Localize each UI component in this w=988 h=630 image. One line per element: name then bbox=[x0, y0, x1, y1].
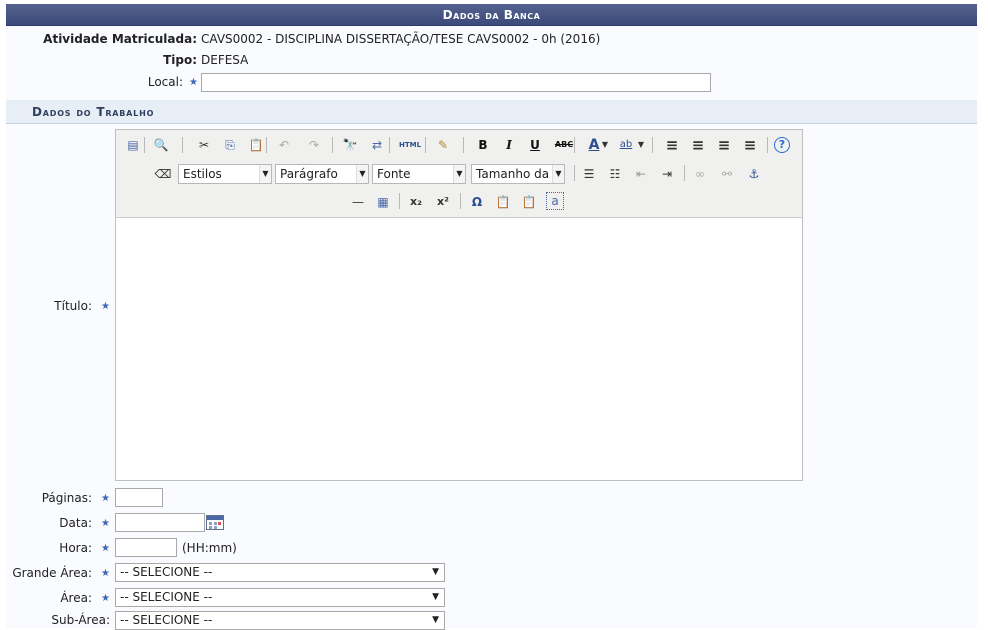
copy-icon[interactable]: ⎘ bbox=[220, 135, 240, 155]
required-star-icon: ★ bbox=[101, 543, 110, 554]
local-input[interactable] bbox=[201, 73, 711, 92]
replace-icon[interactable]: ⇄ bbox=[367, 135, 387, 155]
grande-area-selected: -- SELECIONE -- bbox=[120, 565, 213, 579]
font-select-label: Fonte bbox=[377, 167, 411, 181]
undo-icon[interactable]: ↶ bbox=[274, 135, 294, 155]
underline-icon[interactable]: U bbox=[525, 135, 545, 155]
editor-toolbar: ▤ 🔍 ✂ ⎘ 📋 ↶ ↷ 🔭 ⇄ HTML ✎ B I U ABC Aab ≡ ≡ ≡ ≡? ▼ ▼ ⌫ Estilos… bbox=[116, 130, 802, 218]
area-selected: -- SELECIONE -- bbox=[120, 590, 213, 604]
required-star-icon: ★ bbox=[189, 77, 198, 88]
help-icon[interactable]: ? bbox=[774, 137, 790, 153]
area-select[interactable]: -- SELECIONE -- ▼ bbox=[115, 588, 445, 607]
calendar-icon[interactable] bbox=[206, 515, 224, 530]
font-size-select-label: Tamanho da F bbox=[476, 167, 560, 181]
form-body: Atividade Matriculada: CAVS0002 - DISCIP… bbox=[6, 26, 977, 630]
data-label: Data: bbox=[59, 516, 92, 530]
select-all-icon[interactable]: a bbox=[546, 192, 564, 210]
subscript-icon[interactable]: x₂ bbox=[406, 192, 426, 212]
page-title: Dados da Banca bbox=[6, 4, 977, 26]
unlink-icon[interactable]: ⚯ bbox=[718, 164, 736, 184]
hora-hint: (HH:mm) bbox=[182, 541, 237, 555]
form-container: Dados da Banca Atividade Matriculada: CA… bbox=[6, 4, 977, 630]
chevron-down-icon: ▼ bbox=[453, 165, 465, 183]
font-select[interactable]: Fonte ▼ bbox=[372, 164, 466, 184]
paginas-label: Páginas: bbox=[41, 491, 92, 505]
local-label: Local: bbox=[147, 75, 183, 89]
paste-text-icon[interactable]: 📋 bbox=[494, 192, 512, 212]
cut-icon[interactable]: ✂ bbox=[194, 135, 214, 155]
hora-label: Hora: bbox=[59, 541, 92, 555]
ordered-list-icon[interactable]: ☷ bbox=[606, 164, 624, 184]
chevron-down-icon: ▼ bbox=[432, 615, 439, 625]
table-icon[interactable]: ▦ bbox=[374, 192, 392, 212]
tipo-label: Tipo: bbox=[163, 53, 197, 67]
font-size-select[interactable]: Tamanho da F ▼ bbox=[471, 164, 565, 184]
superscript-icon[interactable]: x² bbox=[433, 192, 453, 212]
chevron-down-icon: ▼ bbox=[259, 165, 271, 183]
redo-icon[interactable]: ↷ bbox=[304, 135, 324, 155]
chevron-down-icon: ▼ bbox=[356, 165, 368, 183]
chevron-down-icon: ▼ bbox=[432, 592, 439, 602]
toolbar-row-3: — ▦ x₂ x² Ω 📋 📋 a bbox=[116, 189, 802, 215]
paragraph-select[interactable]: Parágrafo ▼ bbox=[275, 164, 369, 184]
required-star-icon: ★ bbox=[101, 493, 110, 504]
grande-area-select[interactable]: -- SELECIONE -- ▼ bbox=[115, 563, 445, 582]
horizontal-rule-icon[interactable]: — bbox=[348, 192, 368, 212]
paginas-input[interactable] bbox=[115, 488, 163, 507]
source-icon[interactable]: ▤ bbox=[123, 135, 143, 155]
atividade-value: CAVS0002 - DISCIPLINA DISSERTAÇÃO/TESE C… bbox=[201, 32, 601, 46]
chevron-down-icon: ▼ bbox=[432, 567, 439, 577]
eraser-icon[interactable]: ⌫ bbox=[154, 164, 172, 184]
toolbar-row-1: ▤ 🔍 ✂ ⎘ 📋 ↶ ↷ 🔭 ⇄ HTML ✎ B I U ABC Aab ≡ ≡ ≡ ≡? ▼ ▼ bbox=[116, 133, 802, 159]
required-star-icon: ★ bbox=[101, 593, 110, 604]
anchor-icon[interactable]: ⚓ bbox=[745, 164, 763, 184]
styles-select-label: Estilos bbox=[183, 167, 222, 181]
sub-area-select[interactable]: -- SELECIONE -- ▼ bbox=[115, 611, 445, 630]
data-input[interactable] bbox=[115, 513, 205, 532]
align-left-icon[interactable]: ≡ bbox=[662, 135, 682, 155]
paste-word-icon[interactable]: 📋 bbox=[520, 192, 538, 212]
tipo-value: DEFESA bbox=[201, 53, 249, 67]
required-star-icon: ★ bbox=[101, 518, 110, 529]
area-label: Área: bbox=[60, 591, 92, 605]
chevron-down-icon[interactable]: ▼ bbox=[600, 135, 610, 155]
highlight-icon[interactable]: ab bbox=[616, 135, 636, 155]
indent-icon[interactable]: ⇥ bbox=[658, 164, 676, 184]
hora-input[interactable] bbox=[115, 538, 177, 557]
grande-area-label: Grande Área: bbox=[12, 566, 92, 580]
special-char-icon[interactable]: Ω bbox=[468, 192, 486, 212]
align-center-icon[interactable]: ≡ bbox=[688, 135, 708, 155]
align-justify-icon[interactable]: ≡ bbox=[740, 135, 760, 155]
link-icon[interactable]: ∞ bbox=[691, 164, 709, 184]
titulo-editor-area[interactable] bbox=[116, 219, 802, 480]
preview-icon[interactable]: 🔍 bbox=[151, 135, 171, 155]
paragraph-select-label: Parágrafo bbox=[280, 167, 338, 181]
italic-icon[interactable]: I bbox=[499, 135, 519, 155]
required-star-icon: ★ bbox=[101, 568, 110, 579]
toolbar-row-2: ⌫ Estilos ▼ Parágrafo ▼ Fonte ▼ Tamanho bbox=[116, 161, 802, 187]
bold-icon[interactable]: B bbox=[473, 135, 493, 155]
atividade-label: Atividade Matriculada: bbox=[43, 32, 197, 46]
styles-select[interactable]: Estilos ▼ bbox=[178, 164, 272, 184]
sub-area-label: Sub-Área: bbox=[51, 613, 110, 627]
rich-text-editor: ▤ 🔍 ✂ ⎘ 📋 ↶ ↷ 🔭 ⇄ HTML ✎ B I U ABC Aab ≡ ≡ ≡ ≡? ▼ ▼ ⌫ Estilos… bbox=[115, 129, 803, 481]
unordered-list-icon[interactable]: ☰ bbox=[580, 164, 598, 184]
align-right-icon[interactable]: ≡ bbox=[714, 135, 734, 155]
chevron-down-icon: ▼ bbox=[552, 165, 564, 183]
sub-area-selected: -- SELECIONE -- bbox=[120, 613, 213, 627]
titulo-label: Título: bbox=[54, 299, 92, 313]
html-icon[interactable]: HTML bbox=[397, 135, 423, 155]
strikethrough-icon[interactable]: ABC bbox=[551, 135, 577, 155]
chevron-down-icon[interactable]: ▼ bbox=[636, 135, 646, 155]
paste-icon[interactable]: 📋 bbox=[246, 135, 266, 155]
required-star-icon: ★ bbox=[101, 301, 110, 312]
find-icon[interactable]: 🔭 bbox=[340, 135, 360, 155]
cleanup-icon[interactable]: ✎ bbox=[433, 135, 453, 155]
section-title: Dados do Trabalho bbox=[6, 100, 977, 124]
outdent-icon[interactable]: ⇤ bbox=[632, 164, 650, 184]
